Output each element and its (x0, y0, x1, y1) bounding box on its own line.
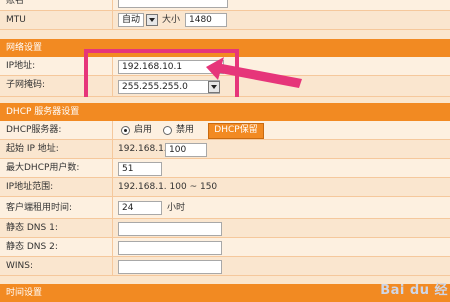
dns1-label: 静态 DNS 1: (6, 223, 58, 233)
watermark-logo: Bai du 经 (380, 283, 448, 298)
divider (112, 11, 113, 29)
dns1-input[interactable] (118, 222, 222, 236)
dns1-row: 静态 DNS 1: (0, 219, 450, 238)
ip-range-value: 192.168.1. 100 ~ 150 (118, 182, 218, 192)
wins-label: WINS: (6, 261, 34, 271)
ip-label: IP地址: (6, 61, 36, 71)
lease-time-value: 24 (122, 203, 134, 213)
divider (112, 159, 113, 177)
mtu-mode-value: 自动 (122, 15, 141, 25)
account-label: 账名 (6, 0, 25, 6)
mtu-size-value: 1480 (189, 15, 212, 25)
divider (112, 238, 113, 256)
divider (112, 197, 113, 218)
dhcp-disable-radio[interactable] (163, 126, 172, 135)
dhcp-server-label: DHCP服务器: (6, 125, 62, 135)
lease-row: 客户端租用时间: 24 小时 (0, 197, 450, 219)
mtu-mode-select[interactable]: 自动 (118, 13, 144, 27)
dns2-row: 静态 DNS 2: (0, 238, 450, 257)
wins-input[interactable] (118, 260, 222, 274)
account-row: 账名 (0, 0, 450, 11)
mtu-row: MTU 自动 大小 1480 (0, 11, 450, 30)
divider (112, 121, 113, 139)
dhcp-server-row: DHCP服务器: 启用 禁用 DHCP保留 (0, 121, 450, 140)
mtu-label: MTU (6, 15, 26, 25)
divider (112, 219, 113, 237)
annotation-arrow-icon (206, 57, 302, 88)
dns2-label: 静态 DNS 2: (6, 242, 58, 252)
wins-row: WINS: (0, 257, 450, 276)
start-ip-row: 起始 IP 地址: 192.168.1. 100 (0, 140, 450, 159)
max-users-row: 最大DHCP用户数: 51 (0, 159, 450, 178)
start-ip-prefix: 192.168.1. (118, 144, 167, 154)
dhcp-disable-label: 禁用 (176, 125, 195, 135)
mtu-size-label: 大小 (162, 15, 181, 25)
divider (112, 0, 113, 10)
mtu-dropdown-icon[interactable] (146, 14, 158, 26)
account-field[interactable] (118, 0, 228, 8)
dhcp-enable-radio[interactable] (121, 126, 130, 135)
dhcp-enable-label: 启用 (134, 125, 153, 135)
divider (112, 178, 113, 196)
mask-label: 子网掩码: (6, 80, 46, 90)
max-users-input[interactable]: 51 (118, 162, 162, 176)
start-ip-input[interactable]: 100 (165, 143, 207, 157)
dns2-input[interactable] (118, 241, 222, 255)
max-users-value: 51 (122, 164, 134, 174)
start-ip-value: 100 (169, 145, 187, 155)
max-users-label: 最大DHCP用户数: (6, 163, 80, 173)
lease-time-input[interactable]: 24 (118, 201, 162, 215)
mtu-size-input[interactable]: 1480 (185, 13, 227, 27)
spacer (0, 30, 450, 39)
lease-label: 客户端租用时间: (6, 203, 73, 213)
divider (112, 140, 113, 158)
ip-range-label: IP地址范围: (6, 182, 54, 192)
dhcp-section-header: DHCP 服务器设置 (0, 103, 450, 121)
dhcp-reserve-button[interactable]: DHCP保留 (208, 123, 264, 139)
ip-range-row: IP地址范围: 192.168.1. 100 ~ 150 (0, 178, 450, 197)
start-ip-label: 起始 IP 地址: (6, 144, 59, 154)
divider (112, 257, 113, 275)
lease-unit-label: 小时 (167, 203, 186, 213)
